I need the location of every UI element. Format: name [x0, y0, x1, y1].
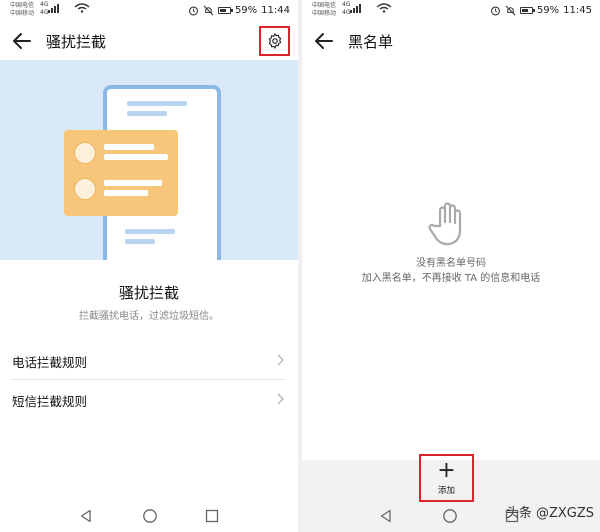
section-subtitle: 拦截骚扰电话，过滤垃圾短信。	[79, 311, 219, 322]
app-bar: 骚扰拦截	[0, 24, 298, 58]
settings-button[interactable]	[259, 26, 290, 56]
signal-icon	[48, 4, 59, 13]
empty-state-subtitle: 加入黑名单，不再接收 TA 的信息和电话	[361, 273, 541, 284]
list-item-label: 短信拦截规则	[12, 394, 88, 409]
status-right: 59% 11:44	[188, 3, 290, 17]
phone-call-icon	[74, 178, 96, 200]
nav-back-icon[interactable]	[376, 506, 396, 526]
carrier-1: 中国电信	[10, 2, 35, 9]
page-title: 骚扰拦截	[46, 33, 107, 51]
plus-icon: +	[437, 458, 456, 483]
alarm-icon	[188, 5, 198, 15]
add-label: 添加	[437, 486, 455, 496]
chevron-right-icon	[277, 393, 284, 405]
watermark: 头条 @ZXGZS	[505, 506, 594, 521]
status-bar: 中国电信 中国移动 4G 4G 59% 11:44	[0, 0, 298, 22]
mute-icon	[203, 5, 214, 15]
status-right: 59% 11:45	[490, 3, 592, 17]
carrier-1: 中国电信	[312, 2, 337, 9]
section-title: 骚扰拦截	[118, 284, 179, 302]
call-block-rules-item[interactable]: 电话拦截规则	[0, 340, 298, 380]
navigation-bar	[0, 500, 298, 532]
carrier-2: 中国移动	[312, 10, 337, 17]
back-arrow-icon[interactable]	[312, 29, 336, 53]
status-bar: 中国电信 中国移动 4G 4G 59% 11:45	[302, 0, 600, 22]
carrier-2: 中国移动	[10, 10, 35, 17]
signal-icon	[350, 4, 361, 13]
hero-illustration	[0, 60, 298, 260]
battery-level: 59%	[234, 4, 258, 16]
sms-block-rules-item[interactable]: 短信拦截规则	[0, 379, 298, 419]
chevron-right-icon	[277, 354, 284, 366]
add-button[interactable]: + 添加	[419, 454, 474, 502]
battery-icon	[519, 6, 535, 14]
clock: 11:45	[563, 4, 592, 16]
carrier-info: 中国电信 中国移动 4G 4G	[10, 1, 48, 18]
blacklist-screen: 中国电信 中国移动 4G 4G 59% 11:45 黑名单 没有黑名单号码 加入…	[302, 0, 600, 532]
nav-back-icon[interactable]	[76, 506, 96, 526]
hand-stop-icon	[428, 202, 462, 246]
battery-icon	[217, 6, 233, 14]
alarm-icon	[490, 5, 500, 15]
nav-home-icon[interactable]	[440, 506, 460, 526]
harassment-block-screen: 中国电信 中国移动 4G 4G 59% 11:44 骚扰拦截 骚扰拦截 拦截骚扰…	[0, 0, 298, 532]
message-bubble-icon	[74, 142, 96, 164]
page-title: 黑名单	[348, 33, 394, 51]
list-item-label: 电话拦截规则	[12, 355, 88, 370]
clock: 11:44	[261, 4, 290, 16]
mute-icon	[505, 5, 516, 15]
app-bar: 黑名单	[302, 24, 600, 58]
nav-recent-icon[interactable]	[202, 506, 222, 526]
battery-level: 59%	[536, 4, 560, 16]
nav-home-icon[interactable]	[140, 506, 160, 526]
gear-icon	[268, 33, 281, 49]
carrier-info: 中国电信 中国移动 4G 4G	[312, 1, 350, 18]
back-arrow-icon[interactable]	[10, 29, 34, 53]
blocked-card-illustration	[64, 130, 178, 216]
empty-state-title: 没有黑名单号码	[416, 258, 486, 269]
wifi-icon	[376, 3, 392, 13]
wifi-icon	[74, 3, 90, 13]
